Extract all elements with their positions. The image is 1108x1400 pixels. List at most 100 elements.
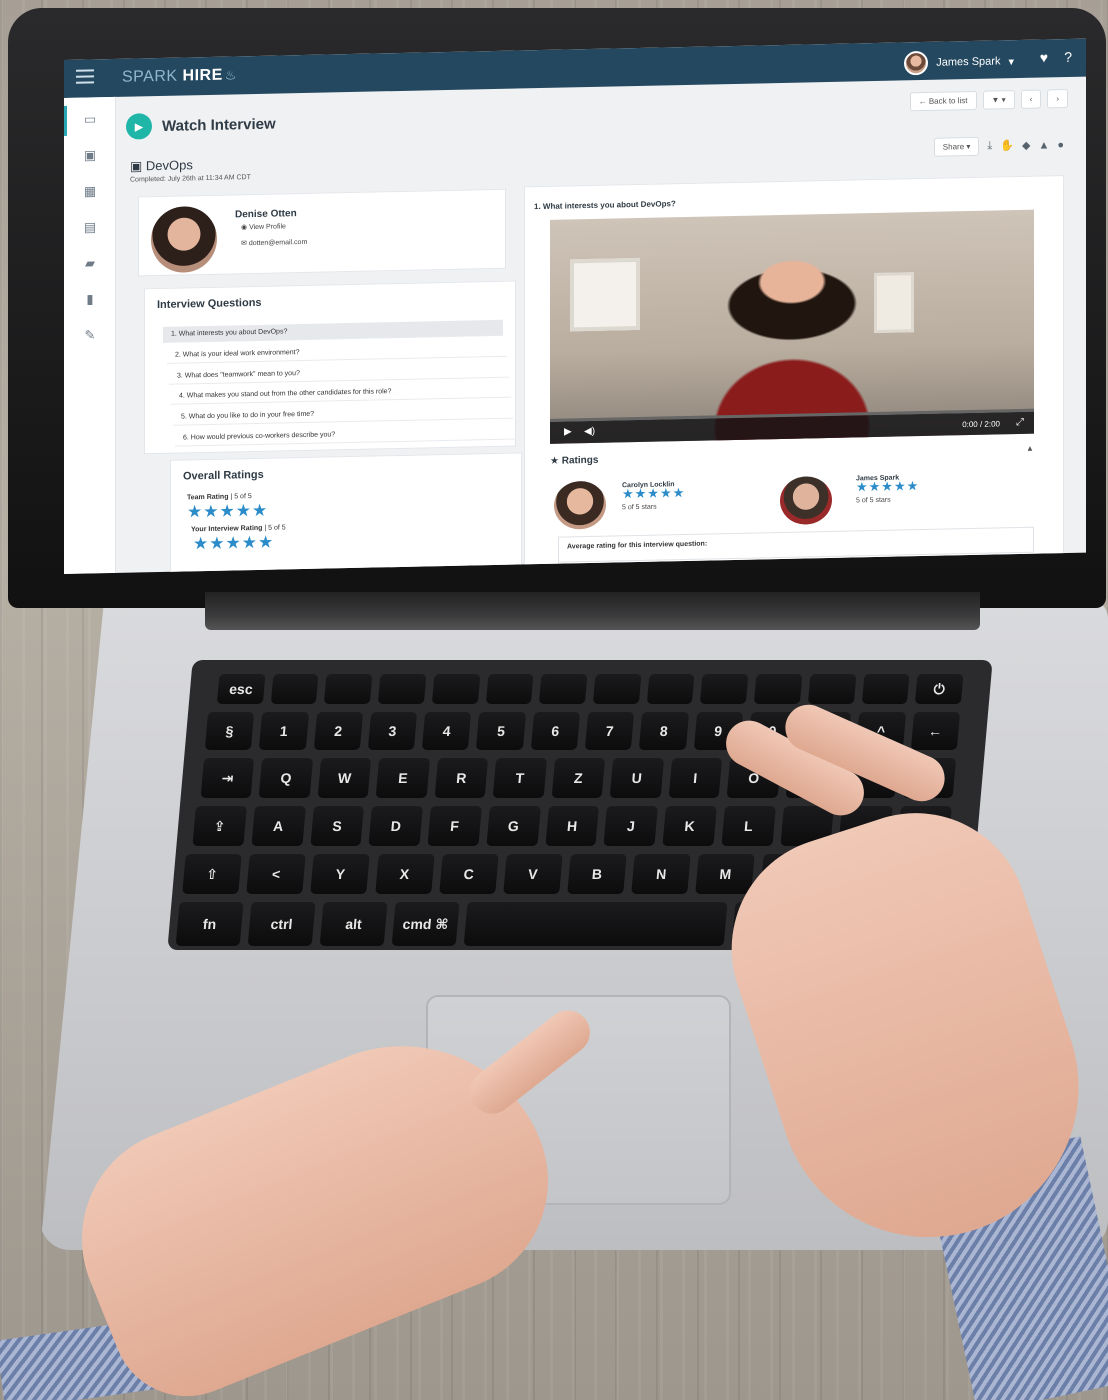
keyboard-key[interactable]: M bbox=[695, 854, 756, 894]
question-item[interactable]: 1. What interests you about DevOps? bbox=[163, 319, 503, 343]
edit-icon[interactable]: ✎ bbox=[82, 327, 98, 342]
calendar-icon[interactable]: ▦ bbox=[82, 183, 98, 198]
keyboard-key[interactable]: W bbox=[317, 758, 372, 798]
back-to-list-button[interactable]: ← Back to list bbox=[909, 90, 977, 112]
keyboard-key[interactable]: X bbox=[374, 854, 435, 894]
keyboard-key[interactable] bbox=[270, 674, 319, 704]
play-icon[interactable]: ▶ bbox=[564, 426, 572, 437]
keyboard-key[interactable]: Z bbox=[551, 758, 606, 798]
keyboard-key[interactable]: K bbox=[662, 806, 717, 846]
chevron-down-icon: ▾ bbox=[1008, 55, 1014, 68]
keyboard-key[interactable]: 5 bbox=[476, 712, 526, 750]
keyboard-key[interactable]: G bbox=[486, 806, 541, 846]
keyboard-key[interactable]: I bbox=[668, 758, 723, 798]
tag-icon[interactable]: ◆ bbox=[1022, 139, 1030, 152]
user-menu[interactable]: James Spark ▾ bbox=[904, 49, 1014, 76]
keyboard-key[interactable]: 4 bbox=[421, 712, 472, 750]
keyboard-key[interactable]: H bbox=[545, 806, 600, 846]
keyboard-key[interactable]: ctrl bbox=[247, 902, 316, 946]
keyboard-key[interactable] bbox=[463, 902, 728, 946]
keyboard-key[interactable]: ⏻ bbox=[915, 674, 964, 704]
logo-text-spark: SPARK bbox=[122, 67, 178, 86]
question-item[interactable]: 6. How would previous co-workers describ… bbox=[175, 423, 515, 447]
spark-hire-logo[interactable]: SPARK HIRE ♨ bbox=[122, 66, 237, 86]
your-rating-stars[interactable]: ★★★★★ bbox=[193, 533, 274, 555]
next-button[interactable]: › bbox=[1047, 88, 1068, 109]
settings-icon[interactable]: ● bbox=[1057, 139, 1064, 151]
keyboard-key[interactable] bbox=[861, 674, 910, 704]
candidate-email[interactable]: ✉ dotten@email.com bbox=[241, 238, 307, 247]
keyboard-key[interactable]: esc bbox=[216, 674, 266, 704]
previous-button[interactable]: ‹ bbox=[1020, 89, 1042, 109]
keyboard-key[interactable]: ← bbox=[910, 712, 961, 750]
keyboard-key[interactable]: B bbox=[567, 854, 627, 894]
folder-icon[interactable]: ▰ bbox=[82, 255, 98, 270]
collapse-icon[interactable]: ▲ bbox=[1026, 444, 1034, 453]
question-item[interactable]: 5. What do you like to do in your free t… bbox=[173, 402, 513, 426]
thumbs-down-icon[interactable]: ✋ bbox=[1000, 139, 1014, 152]
keyboard-key[interactable]: ⇪ bbox=[192, 806, 247, 846]
keyboard-key[interactable]: 7 bbox=[584, 712, 635, 750]
sidebar-active-indicator bbox=[64, 105, 67, 136]
keyboard-key[interactable] bbox=[539, 674, 588, 704]
inbox-icon[interactable]: ▤ bbox=[82, 219, 98, 234]
keyboard-key[interactable] bbox=[485, 674, 534, 704]
keyboard-key[interactable]: 2 bbox=[313, 712, 363, 750]
heart-icon[interactable]: ♥ bbox=[1040, 49, 1048, 65]
keyboard-key[interactable]: alt bbox=[319, 902, 388, 946]
keyboard-key[interactable] bbox=[431, 674, 481, 704]
laptop-lid: SPARK HIRE ♨ James Spark ▾ ♥ ? ▭ ▣ ▦ ▤ ▰ … bbox=[8, 8, 1106, 608]
keyboard-key[interactable]: C bbox=[438, 854, 499, 894]
keyboard-key[interactable]: Y bbox=[310, 854, 371, 894]
keyboard-key[interactable] bbox=[377, 674, 427, 704]
analytics-icon[interactable]: ▮ bbox=[82, 291, 98, 306]
video-player[interactable]: ▶ ◀) 0:00 / 2:00 ⤢ bbox=[550, 209, 1034, 444]
hamburger-menu-icon[interactable] bbox=[76, 69, 94, 84]
monitor-icon[interactable]: ▭ bbox=[82, 111, 98, 126]
keyboard-key[interactable]: L bbox=[721, 806, 776, 846]
keyboard-key[interactable]: E bbox=[375, 758, 430, 798]
fullscreen-icon[interactable]: ⤢ bbox=[1016, 417, 1024, 428]
keyboard-key[interactable]: 6 bbox=[530, 712, 581, 750]
download-icon[interactable]: ⤓ bbox=[987, 140, 992, 153]
help-icon[interactable]: ? bbox=[1064, 49, 1072, 65]
keyboard-key[interactable]: < bbox=[246, 854, 307, 894]
rater-rating-text: 5 of 5 stars bbox=[622, 503, 657, 512]
view-profile-link[interactable]: ◉ View Profile bbox=[241, 222, 286, 231]
keyboard-key[interactable] bbox=[700, 674, 749, 704]
keyboard-key[interactable]: D bbox=[368, 806, 423, 846]
keyboard-key[interactable]: V bbox=[503, 854, 563, 894]
archive-icon[interactable]: ▲ bbox=[1038, 139, 1049, 151]
keyboard-key[interactable] bbox=[646, 674, 695, 704]
keyboard-key[interactable]: S bbox=[309, 806, 365, 846]
keyboard-key[interactable]: U bbox=[609, 758, 664, 798]
keyboard-key[interactable]: F bbox=[427, 806, 482, 846]
keyboard-key[interactable] bbox=[592, 674, 642, 704]
keyboard-key[interactable] bbox=[753, 674, 803, 704]
keyboard-key[interactable] bbox=[807, 674, 857, 704]
volume-icon[interactable]: ◀) bbox=[584, 426, 595, 437]
keyboard-key[interactable]: Q bbox=[259, 758, 314, 798]
briefcase-icon[interactable]: ▣ bbox=[82, 147, 98, 162]
keyboard-key[interactable]: R bbox=[434, 758, 489, 798]
keyboard-key[interactable]: 3 bbox=[367, 712, 418, 750]
keyboard-key[interactable]: fn bbox=[175, 902, 244, 946]
keyboard-key[interactable]: ⇥ bbox=[200, 758, 255, 798]
keyboard-key[interactable]: 1 bbox=[259, 712, 309, 750]
keyboard-key[interactable]: § bbox=[204, 712, 255, 750]
keyboard-key[interactable] bbox=[324, 674, 373, 704]
question-item[interactable]: 4. What makes you stand out from the oth… bbox=[171, 381, 511, 405]
keyboard-key[interactable]: 8 bbox=[639, 712, 689, 750]
question-item[interactable]: 2. What is your ideal work environment? bbox=[167, 340, 507, 364]
keyboard-key[interactable]: cmd ⌘ bbox=[391, 902, 460, 946]
keyboard-key[interactable]: J bbox=[603, 806, 659, 846]
keyboard-key[interactable]: ⇧ bbox=[182, 854, 242, 894]
share-button[interactable]: Share ▾ bbox=[933, 136, 980, 157]
candidate-email-text: dotten@email.com bbox=[248, 238, 308, 248]
keyboard-key[interactable]: T bbox=[492, 758, 547, 798]
wall-picture bbox=[570, 257, 640, 332]
question-item[interactable]: 3. What does "teamwork" mean to you? bbox=[169, 361, 509, 385]
filter-button[interactable]: ▼ ▾ bbox=[982, 90, 1015, 110]
keyboard-key[interactable]: N bbox=[631, 854, 692, 894]
keyboard-key[interactable]: A bbox=[251, 806, 306, 846]
